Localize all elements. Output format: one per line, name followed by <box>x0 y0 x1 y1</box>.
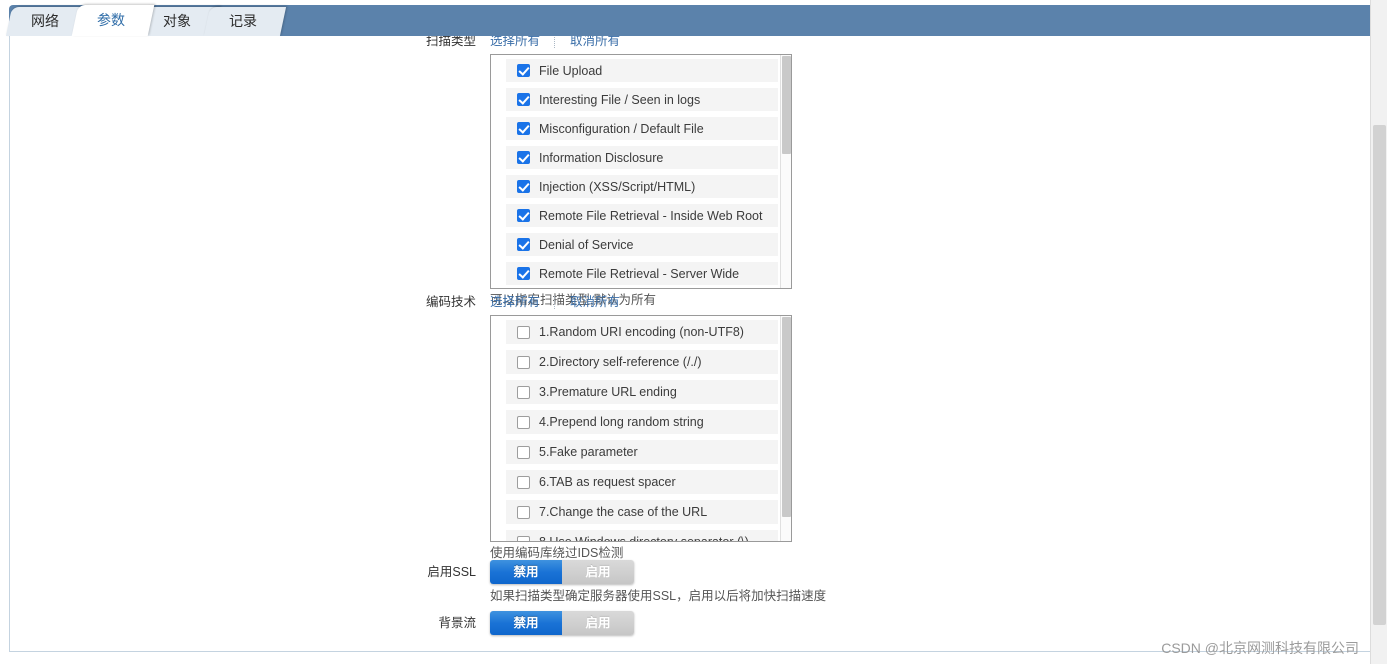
encoding-deselect-all-link[interactable]: 取消所有 <box>570 293 634 311</box>
background-flow-label: 背景流 <box>438 616 476 630</box>
tab-bar: 网络 参数 对象 记录 <box>5 5 1378 36</box>
encoding-item-label: 6.TAB as request spacer <box>539 475 676 489</box>
scan-type-item[interactable]: Misconfiguration / Default File <box>506 117 778 140</box>
checkbox-icon[interactable] <box>517 93 530 106</box>
scan-type-listbox[interactable]: File Upload Interesting File / Seen in l… <box>490 54 792 289</box>
scan-type-item-label: Misconfiguration / Default File <box>539 121 704 136</box>
ssl-label: 启用SSL <box>427 565 476 579</box>
encoding-scrollbar[interactable] <box>780 316 791 541</box>
scan-type-item-label: Information Disclosure <box>539 150 664 165</box>
encoding-item-label: 5.Fake parameter <box>539 445 638 459</box>
encoding-list: 1.Random URI encoding (non-UTF8) 2.Direc… <box>491 316 791 542</box>
scan-type-item-label: Interesting File / Seen in logs <box>539 92 701 107</box>
checkbox-icon[interactable] <box>517 151 530 164</box>
scan-type-select-all-link[interactable]: 选择所有 <box>490 36 554 50</box>
checkbox-icon[interactable] <box>517 122 530 135</box>
scan-type-item[interactable]: File Upload <box>506 59 778 82</box>
encoding-select-all-link[interactable]: 选择所有 <box>490 293 554 311</box>
checkbox-icon[interactable] <box>517 180 530 193</box>
scan-type-list: File Upload Interesting File / Seen in l… <box>491 55 791 288</box>
encoding-item[interactable]: 7.Change the case of the URL <box>506 500 778 524</box>
ssl-hint: 如果扫描类型确定服务器使用SSL，启用以后将加快扫描速度 <box>490 589 827 603</box>
encoding-label: 编码技术 <box>425 295 476 309</box>
form-row-ssl: 启用SSL 禁用 启用 如果扫描类型确定服务器使用SSL，启用以后将加快扫描速度 <box>414 560 826 605</box>
checkbox-icon[interactable] <box>517 267 530 280</box>
scan-type-item[interactable]: Remote File Retrieval - Server Wide <box>506 262 778 285</box>
encoding-listbox[interactable]: 1.Random URI encoding (non-UTF8) 2.Direc… <box>490 315 792 542</box>
tab-records[interactable]: 记录 <box>203 7 287 36</box>
checkbox-icon[interactable] <box>517 445 530 459</box>
scan-type-item-label: File Upload <box>539 63 603 78</box>
ssl-body: 禁用 启用 如果扫描类型确定服务器使用SSL，启用以后将加快扫描速度 <box>490 560 826 605</box>
checkbox-icon[interactable] <box>517 325 530 339</box>
parameters-panel: 扫描类型 选择所有 取消所有 File Upload Interesting F… <box>9 36 1378 652</box>
encoding-item[interactable]: 2.Directory self-reference (/./) <box>506 350 778 374</box>
encoding-body: 选择所有 取消所有 1.Random URI encoding (non-UTF… <box>490 293 792 562</box>
background-flow-body: 禁用 启用 <box>490 611 634 635</box>
page-scrollbar[interactable] <box>1370 0 1387 664</box>
background-flow-toggle-disable[interactable]: 禁用 <box>490 611 562 635</box>
scan-type-item[interactable]: Injection (XSS/Script/HTML) <box>506 175 778 198</box>
scrollbar-thumb[interactable] <box>782 56 791 154</box>
ssl-toggle[interactable]: 禁用 启用 <box>490 560 634 584</box>
encoding-item[interactable]: 1.Random URI encoding (non-UTF8) <box>506 320 778 344</box>
encoding-item-label: 1.Random URI encoding (non-UTF8) <box>539 325 744 339</box>
ssl-toggle-disable[interactable]: 禁用 <box>490 560 562 584</box>
encoding-item-label: 3.Premature URL ending <box>539 385 677 399</box>
scan-type-label: 扫描类型 <box>425 36 476 48</box>
encoding-item[interactable]: 5.Fake parameter <box>506 440 778 464</box>
form-row-scan-type: 扫描类型 选择所有 取消所有 File Upload Interesting F… <box>414 36 792 309</box>
application-window: 网络 参数 对象 记录 扫描类型 选择所有 取消所有 File Upload I… <box>0 0 1387 664</box>
scan-type-item-label: Remote File Retrieval - Server Wide <box>539 266 740 281</box>
scan-type-item[interactable]: Interesting File / Seen in logs <box>506 88 778 111</box>
scrollbar-thumb[interactable] <box>782 317 791 517</box>
tab-records-label: 记录 <box>229 13 257 29</box>
encoding-item[interactable]: 3.Premature URL ending <box>506 380 778 404</box>
scan-type-item[interactable]: Remote File Retrieval - Inside Web Root <box>506 204 778 227</box>
background-flow-toggle[interactable]: 禁用 启用 <box>490 611 634 635</box>
tab-parameters-label: 参数 <box>97 12 125 28</box>
scan-type-item-label: Remote File Retrieval - Inside Web Root <box>539 208 763 223</box>
checkbox-icon[interactable] <box>517 535 530 541</box>
scan-type-item-label: Denial of Service <box>539 237 634 252</box>
encoding-item[interactable]: 4.Prepend long random string <box>506 410 778 434</box>
checkbox-icon[interactable] <box>517 475 530 489</box>
scan-type-item[interactable]: Denial of Service <box>506 233 778 256</box>
tab-objects-label: 对象 <box>163 13 191 29</box>
tab-list: 网络 参数 对象 记录 <box>5 5 287 36</box>
link-separator <box>554 36 556 48</box>
checkbox-icon[interactable] <box>517 385 530 399</box>
scan-type-deselect-all-link[interactable]: 取消所有 <box>570 36 634 50</box>
tab-parameters[interactable]: 参数 <box>71 5 155 36</box>
link-separator <box>554 295 556 309</box>
scan-type-item-label: Injection (XSS/Script/HTML) <box>539 179 696 194</box>
scan-type-item[interactable]: Information Disclosure <box>506 146 778 169</box>
encoding-item-label: 7.Change the case of the URL <box>539 505 708 519</box>
tab-network-label: 网络 <box>31 13 59 29</box>
page-scrollbar-thumb[interactable] <box>1373 125 1386 625</box>
checkbox-icon[interactable] <box>517 355 530 369</box>
form-row-encoding: 编码技术 选择所有 取消所有 1.Random URI encoding (no… <box>414 293 792 562</box>
encoding-item-label: 4.Prepend long random string <box>539 415 704 429</box>
checkbox-icon[interactable] <box>517 238 530 251</box>
form-row-background-flow: 背景流 禁用 启用 <box>414 611 634 635</box>
background-flow-toggle-enable[interactable]: 启用 <box>562 611 634 635</box>
encoding-link-row: 选择所有 取消所有 <box>490 293 792 311</box>
ssl-toggle-enable[interactable]: 启用 <box>562 560 634 584</box>
checkbox-icon[interactable] <box>517 505 530 519</box>
encoding-item[interactable]: 6.TAB as request spacer <box>506 470 778 494</box>
scan-type-link-row: 选择所有 取消所有 <box>490 36 792 50</box>
checkbox-icon[interactable] <box>517 209 530 222</box>
encoding-item-label: 8.Use Windows directory separator (\) <box>539 535 749 542</box>
scan-type-scrollbar[interactable] <box>780 55 791 288</box>
checkbox-icon[interactable] <box>517 415 530 429</box>
watermark: CSDN @北京网测科技有限公司 <box>1161 640 1359 656</box>
encoding-item[interactable]: 8.Use Windows directory separator (\) <box>506 530 778 542</box>
encoding-item-label: 2.Directory self-reference (/./) <box>539 355 702 369</box>
scan-type-body: 选择所有 取消所有 File Upload Interesting File /… <box>490 36 792 309</box>
checkbox-icon[interactable] <box>517 64 530 77</box>
